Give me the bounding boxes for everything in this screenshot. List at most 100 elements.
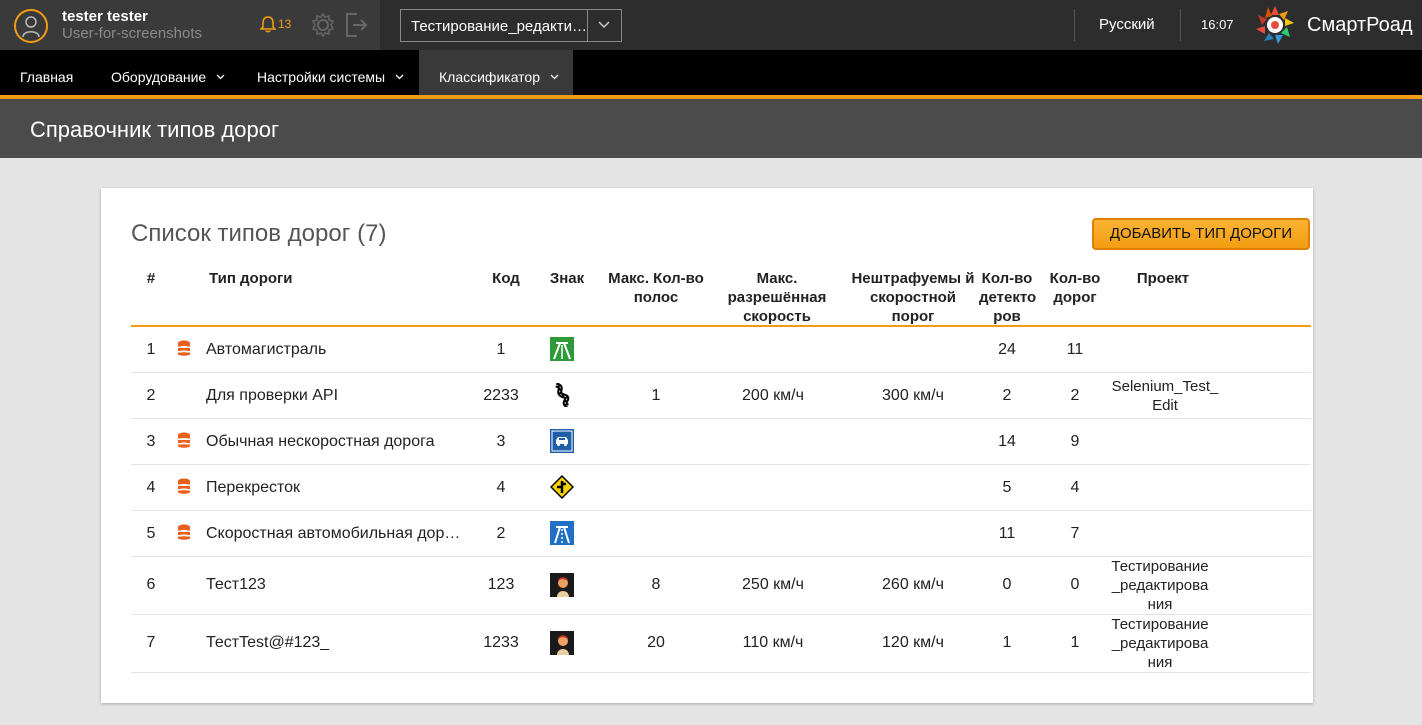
table-row[interactable]: 5 Скоростная автомобильная дор… 2 11 7 — [131, 511, 1311, 557]
gear-icon[interactable] — [310, 12, 336, 38]
road-type-code: 1 — [496, 341, 506, 358]
nav-item-equipment[interactable]: Оборудование — [111, 50, 225, 95]
row-num: 6 — [146, 576, 156, 593]
column-header-lanes[interactable]: Макс. Кол-во полос — [601, 269, 711, 307]
column-header-detectors[interactable]: Кол-во детекто ров — [979, 269, 1036, 326]
user-name: tester tester — [62, 8, 148, 25]
database-icon — [178, 524, 190, 540]
custom-image-icon — [550, 573, 574, 597]
database-icon — [178, 432, 190, 448]
avatar[interactable] — [14, 9, 48, 43]
table-row[interactable]: 7 ТестTest@#123_ 1233 20 110 км/ч 120 км… — [131, 615, 1311, 673]
column-header-sign[interactable]: Знак — [541, 269, 593, 288]
column-header-speed[interactable]: Макс. разрешённая скорость — [721, 269, 833, 326]
project-select-toggle[interactable] — [587, 10, 621, 41]
chevron-down-icon — [216, 74, 225, 80]
project-name: Selenium_Test_Edit — [1111, 378, 1219, 414]
divider — [1074, 9, 1075, 41]
road-type-code: 3 — [496, 433, 506, 450]
row-num: 3 — [146, 433, 156, 450]
column-header-type[interactable]: Тип дороги — [209, 269, 349, 288]
max-lanes: 8 — [651, 576, 661, 593]
divider — [1180, 9, 1181, 41]
column-header-num[interactable]: # — [131, 269, 171, 288]
expressway-sign-icon — [550, 521, 574, 545]
row-num: 4 — [146, 479, 156, 496]
project-name: Тестирование_редактирования — [1111, 558, 1209, 613]
winding-road-sign-icon — [550, 383, 574, 407]
page-title: Справочник типов дорог — [30, 117, 279, 142]
table-row[interactable]: 2 Для проверки API 2233 1 200 км/ч 300 к… — [131, 373, 1311, 419]
user-block[interactable]: tester tester User-for-screenshots 13 — [0, 0, 380, 50]
detectors-count: 24 — [998, 341, 1016, 358]
road-type-code: 1233 — [483, 634, 519, 651]
table-row[interactable]: 4 Перекресток 4 5 4 — [131, 465, 1311, 511]
nav-item-label: Настройки системы — [257, 69, 386, 85]
speed-threshold: 300 км/ч — [882, 387, 944, 404]
column-header-roads[interactable]: Кол-во дорог — [1047, 269, 1103, 307]
max-speed: 250 км/ч — [742, 576, 804, 593]
road-type-name[interactable]: ТестTest@#123_ — [206, 634, 466, 652]
road-type-name[interactable]: Скоростная автомобильная дор… — [206, 525, 466, 543]
roads-count: 2 — [1070, 387, 1080, 404]
project-select[interactable]: Тестирование_редакти… — [400, 9, 622, 42]
road-type-code: 4 — [496, 479, 506, 496]
logout-icon[interactable] — [344, 12, 368, 38]
max-lanes: 20 — [647, 634, 665, 651]
road-type-name[interactable]: Для проверки API — [206, 387, 466, 405]
road-type-name[interactable]: Обычная нескоростная дорога — [206, 433, 466, 451]
brand-name: СмартРоад — [1307, 14, 1413, 36]
language-switch[interactable]: Русский — [1099, 16, 1155, 33]
chevron-down-icon — [598, 21, 610, 29]
roads-count: 4 — [1070, 479, 1080, 496]
top-bar: tester tester User-for-screenshots 13 Те… — [0, 0, 1422, 50]
road-type-name[interactable]: Тест123 — [206, 576, 466, 594]
detectors-count: 14 — [998, 433, 1016, 450]
max-speed: 200 км/ч — [742, 387, 804, 404]
table-row[interactable]: 3 Обычная нескоростная дорога 3 14 9 — [131, 419, 1311, 465]
row-num: 2 — [146, 387, 156, 404]
project-select-value: Тестирование_редакти… — [411, 18, 587, 35]
bell-icon[interactable] — [260, 15, 276, 33]
table-row[interactable]: 1 Автомагистраль 1 24 11 — [131, 327, 1311, 373]
nav-item-system-settings[interactable]: Настройки системы — [257, 50, 404, 95]
detectors-count: 5 — [1002, 479, 1012, 496]
motorway-sign-icon — [550, 337, 574, 361]
road-type-name[interactable]: Автомагистраль — [206, 341, 466, 359]
table-row[interactable]: 6 Тест123 123 8 250 км/ч 260 км/ч 0 0 Те… — [131, 557, 1311, 615]
column-header-project[interactable]: Проект — [1111, 269, 1215, 288]
speed-threshold: 120 км/ч — [882, 634, 944, 651]
row-num: 1 — [146, 341, 156, 358]
speed-threshold: 260 км/ч — [882, 576, 944, 593]
road-type-code: 2 — [496, 525, 506, 542]
roads-count: 0 — [1070, 576, 1080, 593]
road-type-code: 2233 — [483, 387, 519, 404]
nav-item-classifier[interactable]: Классификатор — [419, 50, 573, 95]
clock: 16:07 — [1201, 17, 1234, 32]
road-type-name[interactable]: Перекресток — [206, 479, 466, 497]
chevron-down-icon — [395, 74, 404, 80]
row-num: 5 — [146, 525, 156, 542]
car-road-sign-icon — [550, 429, 574, 453]
nav-item-home[interactable]: Главная — [20, 50, 73, 95]
project-name: Тестирование_редактирования — [1111, 616, 1209, 671]
column-header-code[interactable]: Код — [481, 269, 531, 288]
database-icon — [178, 478, 190, 494]
detectors-count: 2 — [1002, 387, 1012, 404]
roads-count: 9 — [1070, 433, 1080, 450]
roads-count: 11 — [1066, 341, 1084, 358]
database-icon — [178, 340, 190, 356]
chevron-down-icon — [550, 74, 559, 80]
detectors-count: 11 — [998, 525, 1016, 542]
list-title: Список типов дорог (7) — [131, 220, 387, 247]
custom-image-icon — [550, 631, 574, 655]
road-type-code: 123 — [487, 576, 515, 593]
smartroad-logo-icon — [1256, 6, 1294, 44]
add-road-type-button[interactable]: ДОБАВИТЬ ТИП ДОРОГИ — [1092, 218, 1310, 250]
max-lanes: 1 — [651, 387, 661, 404]
detectors-count: 1 — [1002, 634, 1012, 651]
road-types-card: Список типов дорог (7) ДОБАВИТЬ ТИП ДОРО… — [101, 188, 1313, 703]
user-login: User-for-screenshots — [62, 25, 203, 42]
column-header-threshold[interactable]: Нештрафуемы й скоростной порог — [851, 269, 975, 326]
main-nav: Главная Оборудование Настройки системы К… — [0, 50, 1422, 95]
